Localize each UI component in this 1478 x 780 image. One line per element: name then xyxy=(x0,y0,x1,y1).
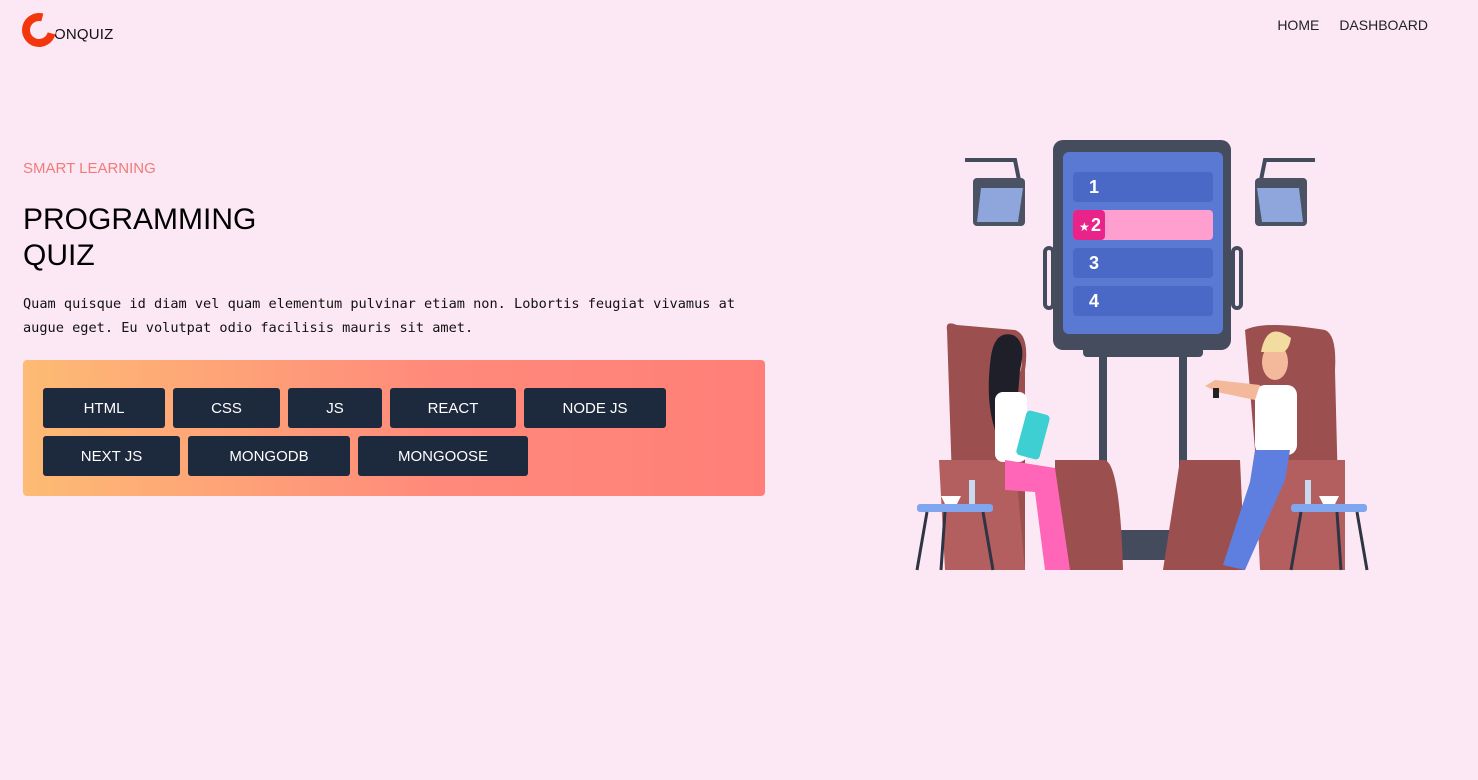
topic-mongoose-button[interactable]: MONGOOSE xyxy=(358,436,528,476)
hero-eyebrow: SMART LEARNING xyxy=(23,160,156,177)
topic-react-button[interactable]: REACT xyxy=(390,388,516,428)
nav-dashboard-link[interactable]: DASHBOARD xyxy=(1339,17,1428,33)
board-item-4: 4 xyxy=(1089,291,1099,311)
brand-name: ONQUIZ xyxy=(54,26,114,43)
quiz-show-illustration: 1 2 ★ 3 4 xyxy=(915,140,1369,571)
topic-css-button[interactable]: CSS xyxy=(173,388,280,428)
board-item-2: 2 xyxy=(1091,215,1101,235)
topic-mongodb-button[interactable]: MONGODB xyxy=(188,436,350,476)
contestant-man-figure xyxy=(1163,325,1345,570)
stage-light-left-icon xyxy=(965,158,1025,226)
star-icon: ★ xyxy=(1079,220,1090,234)
quiz-board: 1 2 ★ 3 4 xyxy=(1053,140,1231,357)
board-item-3: 3 xyxy=(1089,253,1099,273)
stage-light-right-icon xyxy=(1255,158,1315,226)
topic-row: NEXT JS MONGODB MONGOOSE xyxy=(43,436,745,476)
topic-row: HTML CSS JS REACT NODE JS xyxy=(43,388,745,428)
hero-description: Quam quisque id diam vel quam elementum … xyxy=(23,296,736,336)
topic-js-button[interactable]: JS xyxy=(288,388,382,428)
topic-html-button[interactable]: HTML xyxy=(43,388,165,428)
topic-panel: HTML CSS JS REACT NODE JS NEXT JS MONGOD… xyxy=(23,360,765,496)
top-nav: HOME DASHBOARD xyxy=(1277,17,1428,33)
logo-ring-icon xyxy=(15,6,63,54)
host-woman-figure xyxy=(939,323,1123,570)
nav-home-link[interactable]: HOME xyxy=(1277,17,1319,33)
board-item-1: 1 xyxy=(1089,177,1099,197)
topic-nodejs-button[interactable]: NODE JS xyxy=(524,388,666,428)
topic-nextjs-button[interactable]: NEXT JS xyxy=(43,436,180,476)
brand-logo[interactable]: ONQUIZ xyxy=(15,6,114,54)
page-title: PROGRAMMING QUIZ xyxy=(23,203,257,272)
